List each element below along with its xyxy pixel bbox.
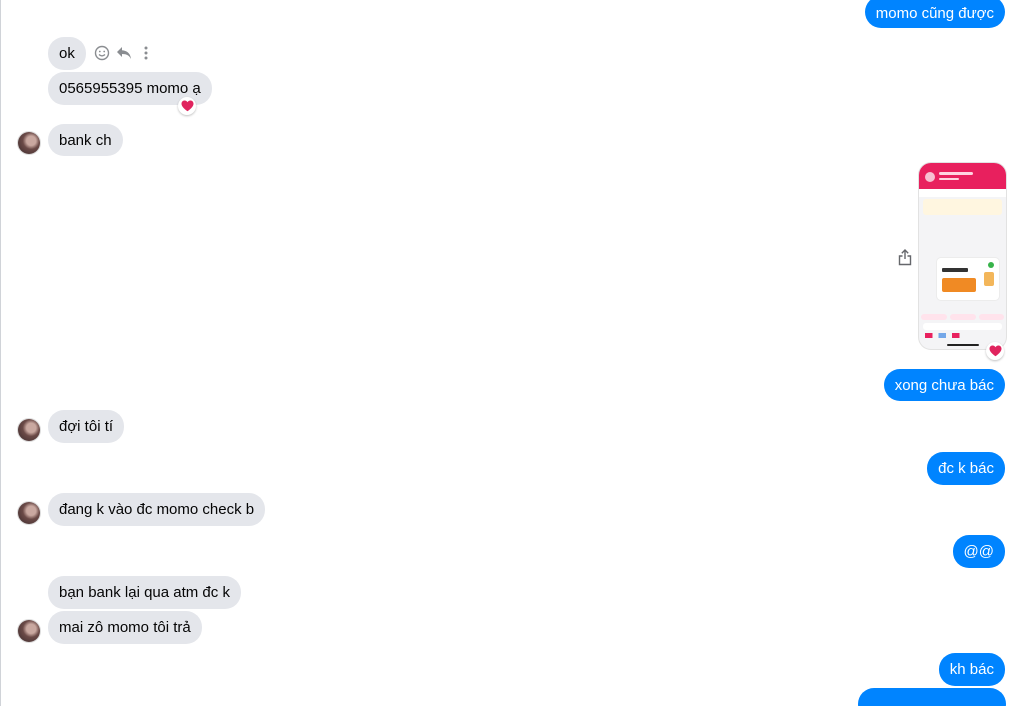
message-text: momo cũng được	[875, 5, 994, 22]
incoming-message[interactable]: ok	[48, 37, 86, 70]
outgoing-message-partial[interactable]	[858, 688, 1006, 706]
message-text: @@	[963, 543, 994, 560]
outgoing-message[interactable]: momo cũng được	[864, 0, 1005, 28]
heart-icon	[989, 345, 1001, 357]
incoming-message[interactable]: đợi tôi tí	[48, 410, 125, 443]
avatar[interactable]	[18, 502, 40, 524]
avatar[interactable]	[18, 620, 40, 642]
outgoing-message[interactable]: đc k bác	[927, 452, 1005, 485]
message-text: bank ch	[59, 132, 112, 149]
message-text: ok	[59, 45, 75, 62]
avatar[interactable]	[18, 419, 40, 441]
message-text: xong chưa bác	[894, 377, 994, 394]
message-text: kh bác	[949, 661, 994, 678]
heart-reaction[interactable]	[986, 342, 1004, 360]
message-text: đc k bác	[938, 460, 994, 477]
smiley-icon[interactable]	[93, 44, 111, 62]
message-text: mai zô momo tôi trả	[59, 619, 191, 636]
share-icon[interactable]	[896, 248, 914, 266]
thumb-transfer-card	[937, 258, 999, 300]
reply-icon[interactable]	[115, 44, 133, 62]
incoming-message[interactable]: bank ch	[48, 124, 123, 156]
message-text: 0565955395 momo ạ	[59, 80, 201, 97]
message-text: đang k vào đc momo check b	[59, 501, 255, 518]
more-vertical-icon[interactable]	[137, 44, 155, 62]
image-attachment[interactable]	[919, 163, 1006, 349]
outgoing-message[interactable]: @@	[952, 535, 1005, 568]
conversation-thread: momo cũng được ok 0565955395 momo ạ bank…	[0, 0, 1024, 706]
thumb-header	[919, 163, 1006, 189]
heart-reaction[interactable]	[178, 97, 196, 115]
outgoing-message[interactable]: kh bác	[938, 653, 1005, 686]
incoming-message[interactable]: đang k vào đc momo check b	[48, 493, 266, 526]
message-text: bạn bank lại qua atm đc k	[59, 584, 230, 601]
incoming-message[interactable]: mai zô momo tôi trả	[48, 611, 202, 644]
heart-icon	[181, 100, 193, 112]
outgoing-message[interactable]: xong chưa bác	[883, 369, 1005, 401]
message-text: đợi tôi tí	[59, 418, 114, 435]
avatar[interactable]	[18, 132, 40, 154]
incoming-message[interactable]: bạn bank lại qua atm đc k	[48, 576, 241, 609]
